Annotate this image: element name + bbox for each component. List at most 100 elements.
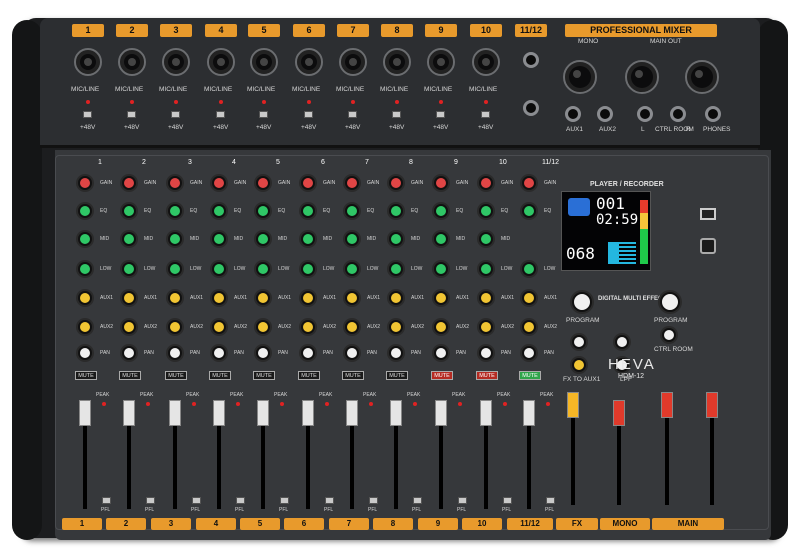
low-knob[interactable]: [168, 262, 182, 276]
xlr-input-jack[interactable]: [250, 48, 278, 76]
pfl-button[interactable]: [280, 497, 289, 504]
eq-knob[interactable]: [212, 204, 226, 218]
channel-fader[interactable]: [257, 400, 269, 426]
aux1-output-jack[interactable]: [565, 106, 581, 122]
aux1-knob[interactable]: [389, 291, 403, 305]
low-knob[interactable]: [212, 262, 226, 276]
gain-knob[interactable]: [389, 176, 403, 190]
mute-button[interactable]: MUTE: [75, 371, 97, 380]
mid-knob[interactable]: [389, 232, 403, 246]
pan-knob[interactable]: [345, 346, 359, 360]
pfl-button[interactable]: [102, 497, 111, 504]
xlr-input-jack[interactable]: [472, 48, 500, 76]
xlr-input-jack[interactable]: [339, 48, 367, 76]
pan-knob[interactable]: [212, 346, 226, 360]
mid-knob[interactable]: [78, 232, 92, 246]
main-out-right-xlr[interactable]: [685, 60, 719, 94]
pan-knob[interactable]: [168, 346, 182, 360]
main-right-fader[interactable]: [706, 392, 718, 418]
gain-knob[interactable]: [479, 176, 493, 190]
mute-button[interactable]: MUTE: [298, 371, 320, 380]
aux1-knob[interactable]: [345, 291, 359, 305]
mid-knob[interactable]: [301, 232, 315, 246]
fx-fader[interactable]: [567, 392, 579, 418]
aux2-knob[interactable]: [434, 320, 448, 334]
phantom-switch[interactable]: [216, 111, 225, 118]
xlr-input-jack[interactable]: [74, 48, 102, 76]
phantom-switch[interactable]: [304, 111, 313, 118]
xlr-input-jack[interactable]: [207, 48, 235, 76]
ctrl-room-right-jack[interactable]: [670, 106, 686, 122]
channel-fader[interactable]: [523, 400, 535, 426]
mid-knob[interactable]: [256, 232, 270, 246]
xlr-input-jack[interactable]: [295, 48, 323, 76]
aux2-knob[interactable]: [301, 320, 315, 334]
phantom-switch[interactable]: [392, 111, 401, 118]
gain-knob[interactable]: [168, 176, 182, 190]
channel-fader[interactable]: [346, 400, 358, 426]
bluetooth-button[interactable]: [700, 238, 716, 254]
pan-knob[interactable]: [256, 346, 270, 360]
aux2-knob[interactable]: [479, 320, 493, 334]
phantom-switch[interactable]: [127, 111, 136, 118]
gain-knob[interactable]: [122, 176, 136, 190]
main-out-left-xlr[interactable]: [625, 60, 659, 94]
aux1-knob[interactable]: [256, 291, 270, 305]
phantom-switch[interactable]: [171, 111, 180, 118]
low-knob[interactable]: [522, 262, 536, 276]
mute-button[interactable]: MUTE: [253, 371, 275, 380]
eq-knob[interactable]: [256, 204, 270, 218]
phantom-switch[interactable]: [348, 111, 357, 118]
channel-fader[interactable]: [302, 400, 314, 426]
phones-jack[interactable]: [705, 106, 721, 122]
mono-fader[interactable]: [613, 400, 625, 426]
aux2-knob[interactable]: [256, 320, 270, 334]
aux2-knob[interactable]: [78, 320, 92, 334]
low-knob[interactable]: [301, 262, 315, 276]
pan-knob[interactable]: [479, 346, 493, 360]
pan-knob[interactable]: [78, 346, 92, 360]
xlr-input-jack[interactable]: [162, 48, 190, 76]
mid-knob[interactable]: [434, 232, 448, 246]
mute-button[interactable]: MUTE: [119, 371, 141, 380]
mute-button[interactable]: MUTE: [431, 371, 453, 380]
mute-button[interactable]: MUTE: [165, 371, 187, 380]
phantom-switch[interactable]: [83, 111, 92, 118]
pan-knob[interactable]: [434, 346, 448, 360]
aux1-knob[interactable]: [301, 291, 315, 305]
eq-knob[interactable]: [301, 204, 315, 218]
xlr-input-jack[interactable]: [118, 48, 146, 76]
low-knob[interactable]: [78, 262, 92, 276]
phantom-switch[interactable]: [481, 111, 490, 118]
gain-knob[interactable]: [78, 176, 92, 190]
channel-fader[interactable]: [123, 400, 135, 426]
gain-knob[interactable]: [522, 176, 536, 190]
aux2-output-jack[interactable]: [597, 106, 613, 122]
aux1-knob[interactable]: [434, 291, 448, 305]
mid-knob[interactable]: [479, 232, 493, 246]
pfl-button[interactable]: [369, 497, 378, 504]
ctrl-room-left-jack[interactable]: [637, 106, 653, 122]
program-knob-right[interactable]: [660, 292, 680, 312]
aux1-knob[interactable]: [122, 291, 136, 305]
aux1-knob[interactable]: [168, 291, 182, 305]
aux1-knob[interactable]: [78, 291, 92, 305]
xlr-input-jack[interactable]: [427, 48, 455, 76]
aux2-knob[interactable]: [345, 320, 359, 334]
low-knob[interactable]: [434, 262, 448, 276]
aux1-knob[interactable]: [479, 291, 493, 305]
channel-fader[interactable]: [480, 400, 492, 426]
eq-knob[interactable]: [122, 204, 136, 218]
eq-knob[interactable]: [479, 204, 493, 218]
gain-knob[interactable]: [256, 176, 270, 190]
pfl-button[interactable]: [458, 497, 467, 504]
aux2-knob[interactable]: [389, 320, 403, 334]
gain-knob[interactable]: [345, 176, 359, 190]
pfl-button[interactable]: [325, 497, 334, 504]
mid-knob[interactable]: [345, 232, 359, 246]
aux1-knob[interactable]: [522, 291, 536, 305]
pfl-button[interactable]: [192, 497, 201, 504]
aux1-master-knob[interactable]: [572, 335, 586, 349]
line-input-right-jack[interactable]: [523, 100, 539, 116]
pfl-button[interactable]: [413, 497, 422, 504]
